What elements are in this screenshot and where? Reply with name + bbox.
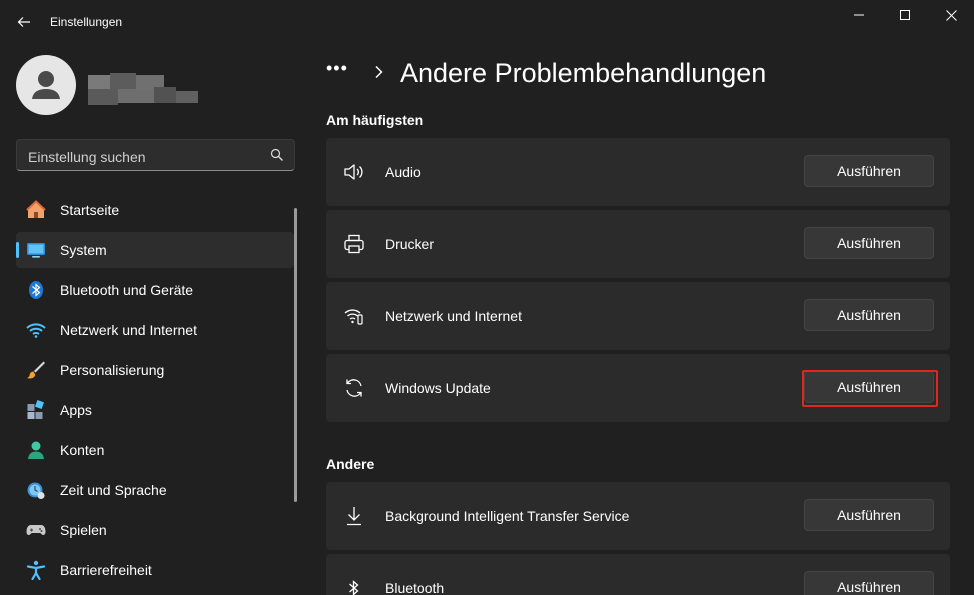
- sidebar-item-label: Spielen: [60, 522, 107, 538]
- avatar[interactable]: [16, 55, 76, 115]
- page-title: Andere Problembehandlungen: [400, 58, 767, 88]
- run-drucker-button[interactable]: Ausführen: [804, 227, 934, 259]
- close-button[interactable]: [928, 0, 974, 30]
- sidebar-item-system[interactable]: System: [16, 232, 294, 268]
- highlight-box: [802, 370, 938, 407]
- sidebar-item-startseite[interactable]: Startseite: [16, 192, 294, 228]
- maximize-button[interactable]: [882, 0, 928, 30]
- wifi-icon: [26, 320, 46, 340]
- speaker-icon: [342, 160, 366, 184]
- troubleshooter-label: Windows Update: [385, 380, 491, 396]
- troubleshooter-label: Bluetooth: [385, 580, 445, 595]
- sidebar-item-spielen[interactable]: Spielen: [16, 512, 294, 548]
- sidebar-item-zeit-sprache[interactable]: Zeit und Sprache: [16, 472, 294, 508]
- download-icon: [342, 504, 366, 528]
- account-icon: [26, 440, 46, 460]
- troubleshooter-bits: Background Intelligent Transfer Service …: [326, 482, 950, 550]
- troubleshooter-bluetooth: Bluetooth Ausführen: [326, 554, 950, 595]
- sidebar-item-label: Startseite: [60, 202, 120, 218]
- run-audio-button[interactable]: Ausführen: [804, 155, 934, 187]
- troubleshooter-label: Drucker: [385, 236, 435, 252]
- sidebar-item-netzwerk[interactable]: Netzwerk und Internet: [16, 312, 294, 348]
- sidebar-item-label: Barrierefreiheit: [60, 562, 152, 578]
- troubleshooter-audio: Audio Ausführen: [326, 138, 950, 206]
- user-name-redacted: [88, 73, 198, 107]
- search-box[interactable]: Einstellung suchen: [16, 139, 295, 171]
- troubleshooter-drucker: Drucker Ausführen: [326, 210, 950, 278]
- clock-globe-icon: [26, 480, 46, 500]
- selection-indicator: [16, 242, 19, 258]
- sync-icon: [342, 376, 366, 400]
- printer-icon: [342, 232, 366, 256]
- troubleshooter-label: Netzwerk und Internet: [385, 308, 522, 324]
- minimize-icon: [854, 14, 864, 16]
- close-icon: [945, 9, 957, 21]
- bluetooth-icon: [26, 280, 46, 300]
- sidebar-item-barrierefreiheit[interactable]: Barrierefreiheit: [16, 552, 294, 588]
- user-icon: [32, 71, 60, 99]
- accessibility-icon: [26, 560, 46, 580]
- brush-icon: [26, 360, 46, 380]
- title-bar: Einstellungen: [0, 0, 974, 44]
- sidebar-item-apps[interactable]: Apps: [16, 392, 294, 428]
- sidebar-item-label: Apps: [60, 402, 92, 418]
- sidebar-item-label: Konten: [60, 442, 105, 458]
- sidebar-scrollbar[interactable]: [294, 208, 297, 502]
- sidebar: Einstellung suchen Startseite System Blu…: [0, 44, 310, 595]
- sidebar-item-bluetooth[interactable]: Bluetooth und Geräte: [16, 272, 294, 308]
- sidebar-item-label: System: [60, 242, 107, 258]
- search-icon[interactable]: [270, 148, 284, 162]
- sidebar-item-konten[interactable]: Konten: [16, 432, 294, 468]
- troubleshooter-label: Audio: [385, 164, 421, 180]
- app-title: Einstellungen: [50, 15, 123, 29]
- sidebar-item-label: Bluetooth und Geräte: [60, 282, 194, 298]
- run-bits-button[interactable]: Ausführen: [804, 499, 934, 531]
- arrow-left-icon: [17, 17, 30, 27]
- sidebar-item-label: Netzwerk und Internet: [60, 322, 197, 338]
- chevron-right-icon: [375, 65, 383, 79]
- section-title-other: Andere: [326, 456, 375, 472]
- troubleshooter-netzwerk: Netzwerk und Internet Ausführen: [326, 282, 950, 350]
- run-bluetooth-button[interactable]: Ausführen: [804, 571, 934, 595]
- home-icon: [26, 200, 46, 220]
- maximize-icon: [900, 10, 910, 20]
- gamepad-icon: [26, 520, 46, 540]
- troubleshooter-label: Background Intelligent Transfer Service: [385, 508, 630, 524]
- section-title-frequent: Am häufigsten: [326, 112, 424, 128]
- breadcrumb-more-button[interactable]: •••: [326, 58, 348, 79]
- search-input[interactable]: Einstellung suchen: [28, 149, 146, 165]
- monitor-icon: [26, 240, 46, 260]
- sidebar-item-label: Zeit und Sprache: [60, 482, 167, 498]
- network-icon: [342, 304, 366, 328]
- bluetooth-icon: [342, 576, 366, 595]
- minimize-button[interactable]: [836, 0, 882, 30]
- run-netzwerk-button[interactable]: Ausführen: [804, 299, 934, 331]
- apps-icon: [26, 400, 46, 420]
- nav-list: Startseite System Bluetooth und Geräte N…: [16, 192, 294, 592]
- sidebar-item-personalisierung[interactable]: Personalisierung: [16, 352, 294, 388]
- back-button[interactable]: [10, 8, 38, 36]
- sidebar-item-label: Personalisierung: [60, 362, 165, 378]
